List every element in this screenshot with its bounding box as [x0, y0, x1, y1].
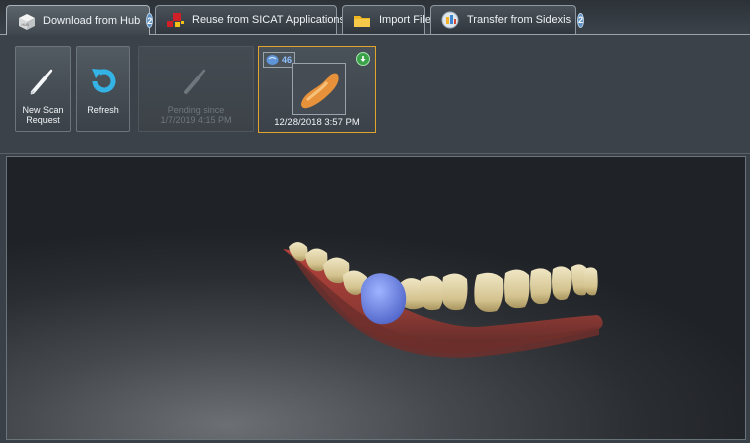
refresh-label: Refresh	[87, 105, 119, 115]
hub-box-icon: HUB	[15, 11, 37, 31]
refresh-button[interactable]: Refresh	[76, 46, 130, 132]
refresh-icon	[83, 61, 123, 101]
sidexis-icon	[439, 10, 461, 30]
pending-label: Pending since 1/7/2019 4:15 PM	[160, 105, 232, 125]
tab-label: Reuse from SICAT Applications	[192, 14, 346, 26]
toolbar: New Scan Request Refresh Pending since 1…	[0, 35, 750, 154]
scanner-wand-icon	[176, 61, 216, 101]
download-icon	[356, 52, 370, 66]
jaw-scan-model[interactable]	[7, 157, 745, 439]
scan-count-box: 46	[263, 52, 295, 68]
scan-model-icon	[266, 55, 279, 65]
3d-viewer[interactable]	[6, 156, 746, 440]
new-scan-request-label: New Scan Request	[22, 105, 64, 125]
scanner-wand-icon	[23, 61, 63, 101]
tab-label: Import File	[379, 14, 431, 26]
folder-icon	[351, 10, 373, 30]
svg-text:HUB: HUB	[22, 23, 30, 27]
tab-download-from-hub[interactable]: HUB Download from Hub 2	[6, 5, 154, 35]
new-scan-request-button[interactable]: New Scan Request	[15, 46, 71, 132]
sicat-icon	[164, 10, 186, 30]
viewer-background	[7, 157, 745, 439]
tab-transfer-from-sidexis[interactable]: Transfer from Sidexis 2	[430, 5, 585, 34]
tab-label: Download from Hub	[43, 14, 141, 27]
tab-reuse-from-sicat[interactable]: Reuse from SICAT Applications 1	[155, 5, 359, 34]
pending-scan-request: Pending since 1/7/2019 4:15 PM	[138, 46, 254, 132]
tab-bar: HUB Download from Hub 2 Reuse from SICAT…	[0, 0, 750, 35]
tab-import-file[interactable]: Import File	[342, 5, 431, 34]
scan-thumbnail	[292, 63, 346, 115]
tab-label: Transfer from Sidexis	[467, 14, 572, 26]
tab-count-badge: 2	[577, 12, 585, 28]
scan-count: 46	[282, 55, 293, 65]
scan-card[interactable]: 46 12/28/2018 3:57 PM	[258, 46, 376, 133]
scan-date: 12/28/2018 3:57 PM	[274, 117, 360, 128]
implant-crown	[360, 273, 407, 325]
tab-count-badge: 2	[146, 13, 154, 28]
